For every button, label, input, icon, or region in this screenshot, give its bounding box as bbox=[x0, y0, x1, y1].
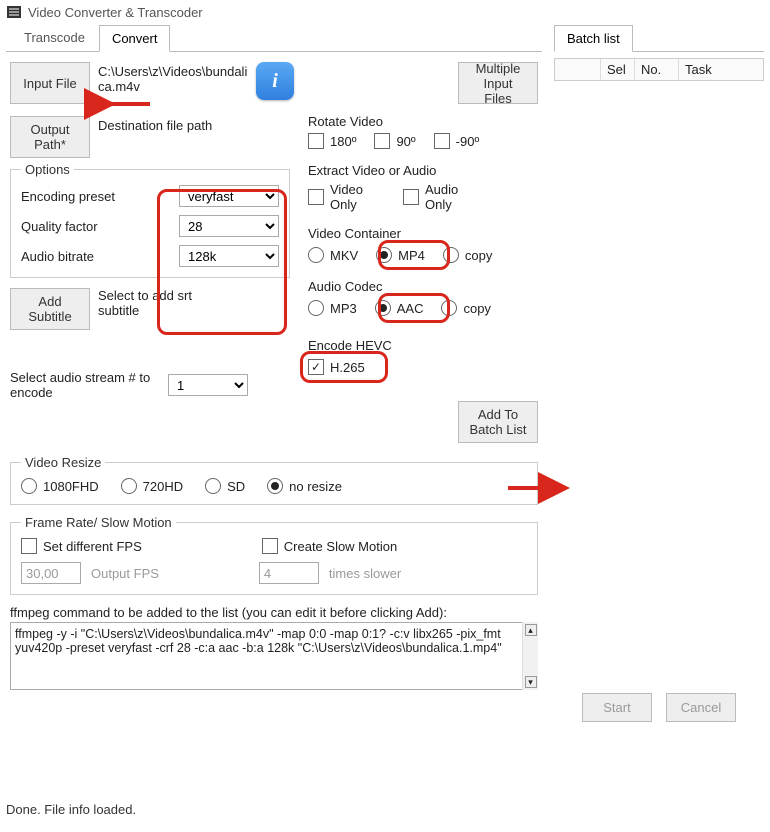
add-to-batch-button[interactable]: Add To Batch List bbox=[458, 401, 538, 443]
main-tabs: Transcode Convert bbox=[6, 24, 542, 52]
multiple-input-files-button[interactable]: Multiple Input Files bbox=[458, 62, 538, 104]
window-title: Video Converter & Transcoder bbox=[28, 5, 203, 20]
video-resize-legend: Video Resize bbox=[21, 455, 105, 470]
scroll-down-icon[interactable]: ▾ bbox=[525, 676, 537, 688]
textarea-scrollbar[interactable]: ▴ ▾ bbox=[522, 622, 538, 690]
batch-col-no[interactable]: No. bbox=[635, 59, 679, 80]
quality-factor-select[interactable]: 28 bbox=[179, 215, 279, 237]
encoding-preset-label: Encoding preset bbox=[21, 189, 115, 204]
codec-aac-radio[interactable] bbox=[375, 300, 391, 316]
slowmo-checkbox[interactable] bbox=[262, 538, 278, 554]
video-only-label: Video Only bbox=[330, 182, 363, 212]
video-container-label: Video Container bbox=[308, 226, 538, 241]
slow-factor-input[interactable]: 4 bbox=[259, 562, 319, 584]
scroll-up-icon[interactable]: ▴ bbox=[525, 624, 537, 636]
video-only-checkbox[interactable] bbox=[308, 189, 324, 205]
batch-tabs: Batch list bbox=[554, 24, 764, 52]
output-fps-input[interactable]: 30,00 bbox=[21, 562, 81, 584]
container-mp4-radio[interactable] bbox=[376, 247, 392, 263]
rotate-m90-checkbox[interactable] bbox=[434, 133, 450, 149]
batch-col-sel[interactable]: Sel bbox=[601, 59, 635, 80]
audio-stream-select[interactable]: 1 bbox=[168, 374, 248, 396]
codec-copy-radio[interactable] bbox=[441, 300, 457, 316]
resize-sd-label: SD bbox=[227, 479, 245, 494]
container-mp4-label: MP4 bbox=[398, 248, 425, 263]
input-file-path: C:\Users\z\Videos\bundalica.m4v bbox=[98, 62, 248, 94]
subtitle-hint-label: Select to add srt subtitle bbox=[98, 288, 228, 318]
quality-factor-label: Quality factor bbox=[21, 219, 98, 234]
app-icon bbox=[6, 4, 22, 20]
codec-mp3-radio[interactable] bbox=[308, 300, 324, 316]
framerate-group: Frame Rate/ Slow Motion Set different FP… bbox=[10, 515, 538, 595]
h265-checkbox[interactable] bbox=[308, 359, 324, 375]
times-slower-label: times slower bbox=[329, 566, 401, 581]
batch-col-task[interactable]: Task bbox=[679, 59, 763, 80]
container-copy-radio[interactable] bbox=[443, 247, 459, 263]
container-mkv-label: MKV bbox=[330, 248, 358, 263]
codec-aac-label: AAC bbox=[397, 301, 424, 316]
info-icon[interactable]: i bbox=[256, 62, 294, 100]
container-mkv-radio[interactable] bbox=[308, 247, 324, 263]
set-fps-checkbox[interactable] bbox=[21, 538, 37, 554]
h265-label: H.265 bbox=[330, 360, 365, 375]
container-copy-label: copy bbox=[465, 248, 492, 263]
set-fps-label: Set different FPS bbox=[43, 539, 142, 554]
resize-sd-radio[interactable] bbox=[205, 478, 221, 494]
tab-batch-list[interactable]: Batch list bbox=[554, 25, 633, 52]
ffmpeg-command-textarea[interactable]: ffmpeg -y -i "C:\Users\z\Videos\bundalic… bbox=[10, 622, 522, 690]
resize-1080-label: 1080FHD bbox=[43, 479, 99, 494]
output-path-button[interactable]: Output Path* bbox=[10, 116, 90, 158]
audio-bitrate-select[interactable]: 128k bbox=[179, 245, 279, 267]
rotate-m90-label: -90º bbox=[456, 134, 480, 149]
rotate-180-label: 180º bbox=[330, 134, 356, 149]
input-file-button[interactable]: Input File bbox=[10, 62, 90, 104]
video-resize-group: Video Resize 1080FHD 720HD SD no resize bbox=[10, 455, 538, 505]
output-fps-label: Output FPS bbox=[91, 566, 159, 581]
titlebar: Video Converter & Transcoder bbox=[0, 0, 770, 24]
tab-transcode[interactable]: Transcode bbox=[12, 25, 97, 52]
cancel-button[interactable]: Cancel bbox=[666, 693, 736, 722]
codec-copy-label: copy bbox=[463, 301, 490, 316]
resize-1080-radio[interactable] bbox=[21, 478, 37, 494]
codec-mp3-label: MP3 bbox=[330, 301, 357, 316]
options-legend: Options bbox=[21, 162, 74, 177]
audio-bitrate-label: Audio bitrate bbox=[21, 249, 94, 264]
audio-only-label: Audio Only bbox=[425, 182, 458, 212]
add-subtitle-button[interactable]: Add Subtitle bbox=[10, 288, 90, 330]
tab-convert[interactable]: Convert bbox=[99, 25, 171, 52]
resize-720-radio[interactable] bbox=[121, 478, 137, 494]
start-button[interactable]: Start bbox=[582, 693, 652, 722]
batch-list-header: Sel No. Task bbox=[554, 58, 764, 81]
framerate-legend: Frame Rate/ Slow Motion bbox=[21, 515, 176, 530]
encoding-preset-select[interactable]: veryfast bbox=[179, 185, 279, 207]
batch-list-body bbox=[554, 81, 764, 693]
audio-codec-label: Audio Codec bbox=[308, 279, 538, 294]
status-bar: Done. File info loaded. bbox=[0, 794, 770, 825]
rotate-90-label: 90º bbox=[396, 134, 415, 149]
resize-none-radio[interactable] bbox=[267, 478, 283, 494]
extract-label: Extract Video or Audio bbox=[308, 163, 538, 178]
rotate-90-checkbox[interactable] bbox=[374, 133, 390, 149]
resize-none-label: no resize bbox=[289, 479, 342, 494]
rotate-180-checkbox[interactable] bbox=[308, 133, 324, 149]
rotate-video-label: Rotate Video bbox=[308, 114, 538, 129]
batch-col-blank[interactable] bbox=[555, 59, 601, 80]
destination-path-label: Destination file path bbox=[98, 116, 212, 133]
options-group: Options Encoding preset veryfast Quality… bbox=[10, 162, 290, 278]
ffmpeg-hint-label: ffmpeg command to be added to the list (… bbox=[10, 605, 538, 620]
audio-only-checkbox[interactable] bbox=[403, 189, 419, 205]
encode-hevc-label: Encode HEVC bbox=[308, 338, 538, 353]
slowmo-label: Create Slow Motion bbox=[284, 539, 397, 554]
audio-stream-label: Select audio stream # to encode bbox=[10, 370, 160, 400]
resize-720-label: 720HD bbox=[143, 479, 183, 494]
